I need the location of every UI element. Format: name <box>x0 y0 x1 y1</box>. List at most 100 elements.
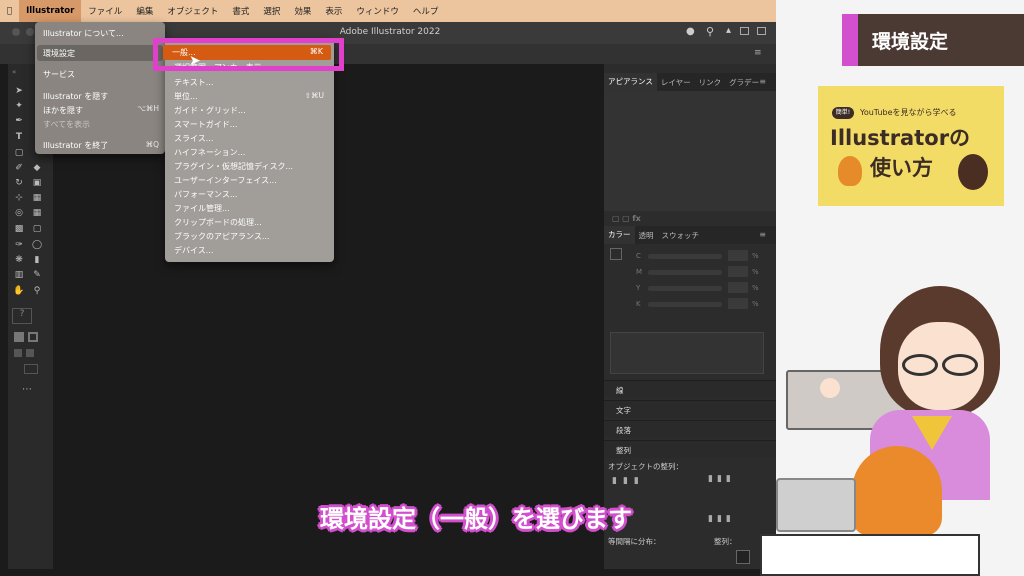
pref-file-handling[interactable]: ファイル管理... <box>174 203 230 214</box>
scale-tool-icon[interactable]: ▣ <box>30 178 44 189</box>
rectangle-tool-icon[interactable]: ▢ <box>12 148 26 159</box>
menu-edit[interactable]: 編集 <box>129 5 160 17</box>
pref-smart-guides[interactable]: スマートガイド... <box>174 119 237 130</box>
tab-swatches[interactable]: スウォッチ <box>658 230 704 241</box>
pref-units[interactable]: 単位... <box>174 91 198 102</box>
brush-tool-icon[interactable]: ✐ <box>12 163 26 174</box>
menu-quit[interactable]: Illustrator を終了 <box>43 140 108 151</box>
selection-tool-icon[interactable]: ➤ <box>12 86 26 97</box>
free-transform-icon[interactable]: ▦ <box>30 193 44 204</box>
tab-layers[interactable]: レイヤー <box>657 77 695 88</box>
share-icon[interactable]: ▴ <box>726 25 731 36</box>
pref-clipboard[interactable]: クリップボードの処理... <box>174 217 262 228</box>
fill-swatch[interactable] <box>14 332 24 342</box>
account-icon[interactable]: ● <box>686 26 695 37</box>
eraser-tool-icon[interactable]: ◆ <box>30 163 44 174</box>
pref-guides-grid[interactable]: ガイド・グリッド... <box>174 105 246 116</box>
magenta-slider[interactable] <box>648 270 722 275</box>
perspective-icon[interactable]: ▦ <box>30 208 44 219</box>
tab-appearance[interactable]: アピアランス <box>604 73 657 91</box>
align-to-artboard-button[interactable] <box>736 550 750 564</box>
stroke-swatch[interactable] <box>28 332 38 342</box>
pref-hyphenation[interactable]: ハイフネーション... <box>174 147 245 158</box>
tab-color[interactable]: カラー <box>604 226 635 244</box>
pref-user-interface[interactable]: ユーザーインターフェイス... <box>174 175 277 186</box>
menu-object[interactable]: オブジェクト <box>160 5 225 17</box>
cyan-slider[interactable] <box>648 254 722 259</box>
menu-window[interactable]: ウィンドウ <box>349 5 406 17</box>
color-spectrum[interactable] <box>610 332 764 374</box>
menu-view[interactable]: 表示 <box>318 5 349 17</box>
menu-illustrator[interactable]: Illustrator <box>19 0 82 22</box>
symbol-sprayer-icon[interactable]: ❋ <box>12 255 26 266</box>
pref-devices[interactable]: デバイス... <box>174 245 213 256</box>
menu-type[interactable]: 書式 <box>225 5 256 17</box>
menu-hide-illustrator[interactable]: Illustrator を隠す <box>43 91 108 102</box>
screen-mode-icon[interactable] <box>24 364 38 374</box>
artboard-tool-icon[interactable]: ▥ <box>12 270 26 281</box>
paragraph-panel-row[interactable]: 段落 <box>604 420 776 438</box>
control-menu-icon[interactable]: ≡ <box>754 48 762 58</box>
eyedropper-icon[interactable]: ✑ <box>12 240 26 251</box>
zoom-tool-icon[interactable]: ⚲ <box>30 286 44 297</box>
black-slider[interactable] <box>648 302 722 307</box>
width-tool-icon[interactable]: ⊹ <box>12 193 26 204</box>
rotate-tool-icon[interactable]: ↻ <box>12 178 26 189</box>
color-panel-menu-icon[interactable]: ≡ <box>755 230 770 239</box>
color-fill-stroke-icon[interactable] <box>610 248 622 260</box>
pref-plugins[interactable]: プラグイン・仮想記憶ディスク... <box>174 161 293 172</box>
minimize-window-button[interactable] <box>26 28 34 36</box>
cyan-field[interactable] <box>728 250 748 261</box>
blend-tool-icon[interactable]: ◯ <box>30 240 44 251</box>
graph-tool-icon[interactable]: ▮ <box>30 255 44 266</box>
pref-performance[interactable]: パフォーマンス... <box>174 189 237 200</box>
more-tools-icon[interactable]: ⋯ <box>22 384 32 395</box>
menu-effect[interactable]: 効果 <box>287 5 318 17</box>
menu-preferences[interactable]: 環境設定 ▸ <box>37 45 163 61</box>
distribute-buttons[interactable]: ▮▮▮ <box>708 514 735 524</box>
mac-menubar:  Illustrator ファイル 編集 オブジェクト 書式 選択 効果 表示… <box>0 0 776 22</box>
magic-wand-icon[interactable]: ✦ <box>12 101 26 112</box>
pen-tool-icon[interactable]: ✒ <box>12 116 26 127</box>
black-field[interactable] <box>728 298 748 309</box>
yellow-slider[interactable] <box>648 286 722 291</box>
character-panel-row[interactable]: 文字 <box>604 400 776 418</box>
menu-file[interactable]: ファイル <box>81 5 129 17</box>
tab-transparency[interactable]: 透明 <box>635 230 658 241</box>
gradient-tool-icon[interactable]: ▢ <box>30 224 44 235</box>
close-window-button[interactable] <box>12 28 20 36</box>
yellow-field[interactable] <box>728 282 748 293</box>
align-panel-row[interactable]: 整列 <box>604 440 776 458</box>
draw-mode-icon[interactable] <box>14 349 22 357</box>
panel-toggle-icon[interactable] <box>757 27 766 35</box>
arrange-icon[interactable] <box>740 27 749 35</box>
shape-builder-icon[interactable]: ◎ <box>12 208 26 219</box>
stroke-panel-row[interactable]: 線 <box>604 380 776 398</box>
panel-menu-icon[interactable]: ≡ <box>755 77 770 86</box>
menu-help[interactable]: ヘルプ <box>406 5 446 17</box>
align-buttons-top[interactable]: ▮▮▮ <box>708 474 735 484</box>
book-title-line1: Illustratorの <box>830 126 971 150</box>
magenta-field[interactable] <box>728 266 748 277</box>
apple-icon[interactable]:  <box>0 6 19 16</box>
teacher-glasses-left <box>902 354 938 376</box>
draw-inside-icon[interactable] <box>26 349 34 357</box>
menu-services[interactable]: サービス <box>43 69 75 80</box>
help-icon[interactable]: ? <box>12 308 32 324</box>
align-buttons-left[interactable]: ▮▮▮ <box>612 476 645 486</box>
pref-slices[interactable]: スライス... <box>174 133 213 144</box>
search-icon[interactable]: ⚲ <box>706 25 714 38</box>
mesh-tool-icon[interactable]: ▩ <box>12 224 26 235</box>
collapse-icon[interactable]: « <box>12 68 16 76</box>
menu-select[interactable]: 選択 <box>256 5 287 17</box>
pref-text[interactable]: テキスト... <box>174 77 213 88</box>
align-objects-label: オブジェクトの整列： <box>608 462 683 471</box>
type-tool-icon[interactable]: T <box>12 132 26 143</box>
menu-hide-others[interactable]: ほかを隠す <box>43 105 83 116</box>
tab-links[interactable]: リンク <box>695 77 726 88</box>
teacher-glasses-right <box>942 354 978 376</box>
slice-tool-icon[interactable]: ✎ <box>30 270 44 281</box>
hand-tool-icon[interactable]: ✋ <box>12 286 26 297</box>
menu-about[interactable]: Illustrator について... <box>43 28 124 39</box>
pref-black-appearance[interactable]: ブラックのアピアランス... <box>174 231 269 242</box>
